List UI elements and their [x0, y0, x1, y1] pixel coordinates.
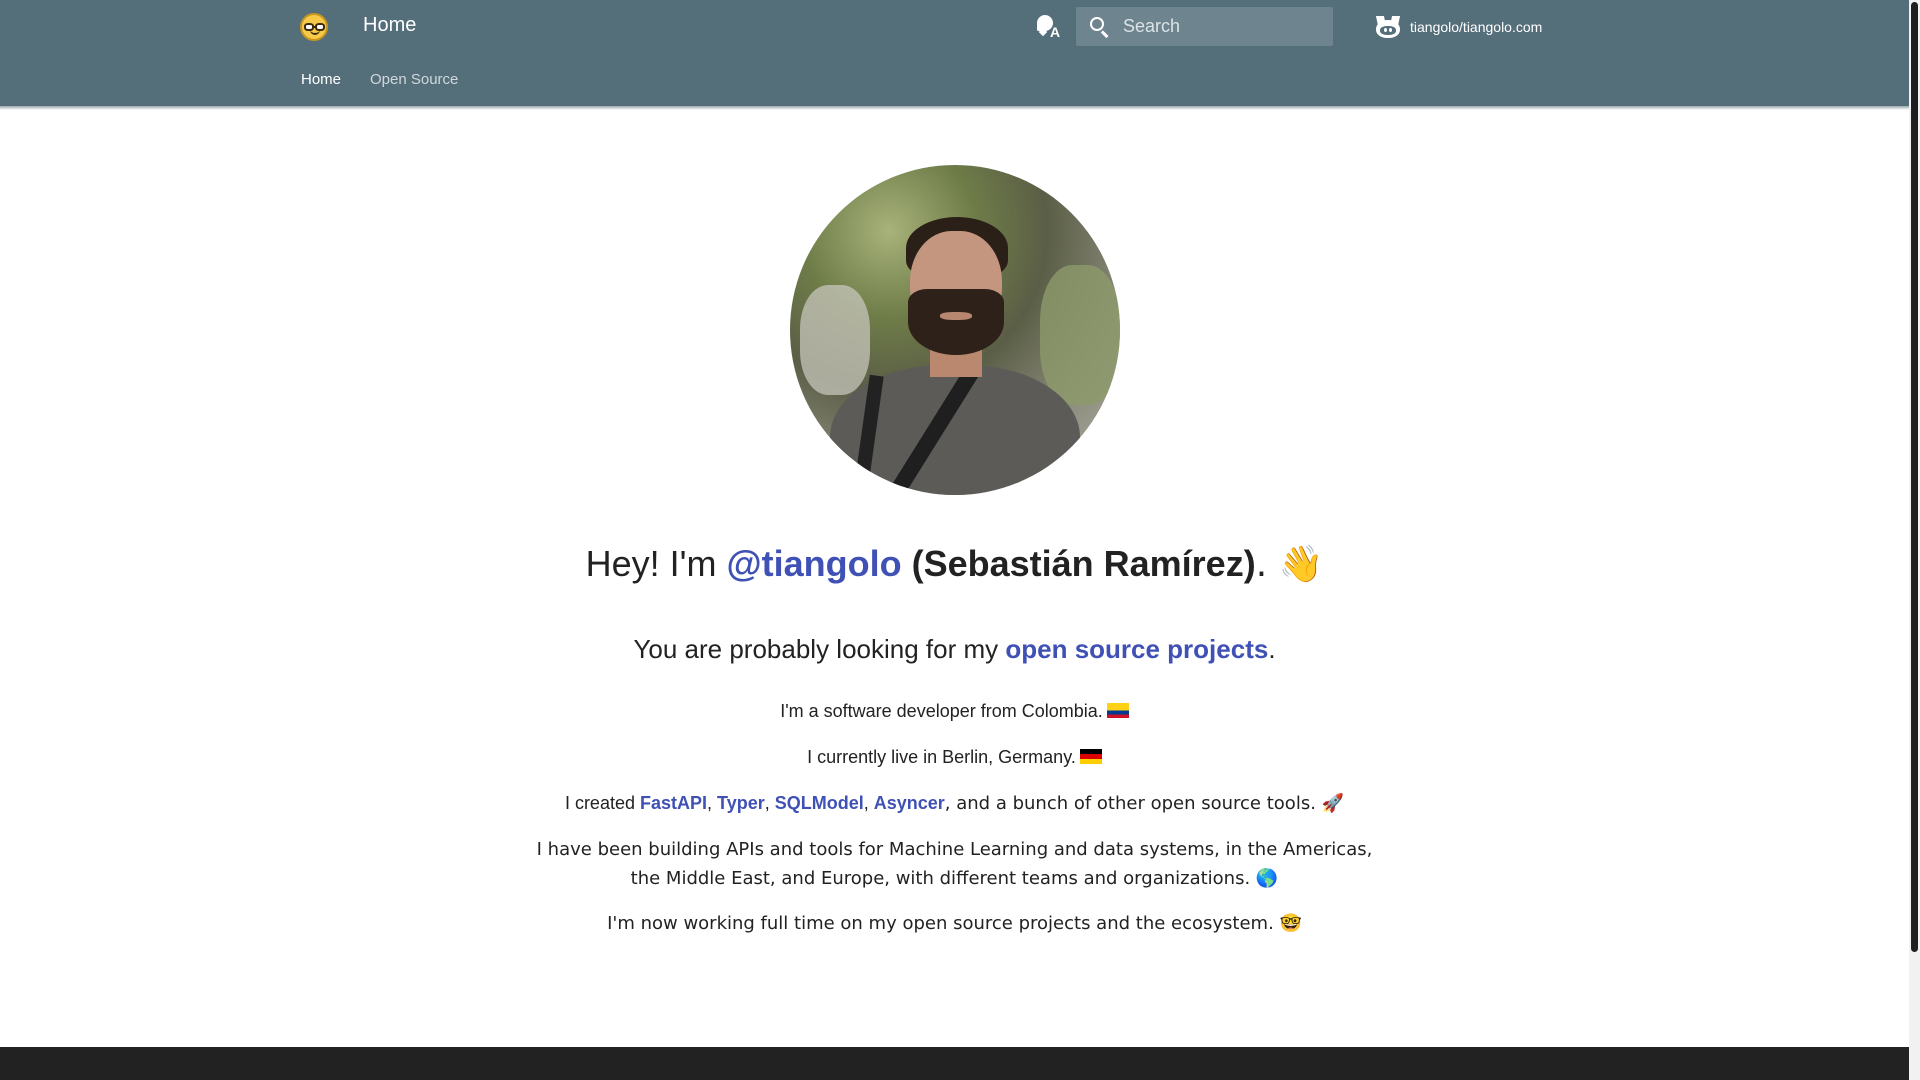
bio-experience-text: I have been building APIs and tools for … — [536, 839, 1373, 889]
bio-projects: I created FastAPI, Typer, SQLModel, Asyn… — [564, 793, 1345, 814]
nerd-face-logo-icon[interactable] — [300, 13, 328, 41]
scrollbar-thumb[interactable] — [1911, 2, 1918, 952]
github-repo-link[interactable]: tiangolo/tiangolo.com — [1375, 14, 1543, 40]
search-icon — [1090, 17, 1104, 31]
germany-flag-icon — [1079, 749, 1102, 764]
bio-berlin-text: I currently live in Berlin, Germany. — [807, 747, 1076, 767]
subtitle-prefix: You are probably looking for my — [633, 634, 1006, 664]
full-name: (Sebastián Ramírez) — [911, 543, 1256, 584]
greeting-heading: Hey! I'm @tiangolo (Sebastián Ramírez). … — [0, 543, 1909, 585]
search-box[interactable] — [1076, 7, 1333, 46]
tab-open-source[interactable]: Open Source — [370, 71, 458, 88]
translate-icon[interactable]: A — [1036, 13, 1062, 41]
sqlmodel-link[interactable]: SQLModel — [775, 793, 864, 813]
bio-projects-suffix: , and a bunch of other open source tools… — [944, 793, 1345, 814]
typer-link[interactable]: Typer — [717, 793, 765, 813]
top-header: Home A tiangolo/tiangolo.com Home Open S… — [0, 0, 1909, 106]
open-source-projects-link[interactable]: open source projects — [1005, 634, 1268, 664]
profile-photo[interactable] — [790, 165, 1120, 495]
subtitle-suffix: . — [1268, 634, 1276, 664]
asyncer-link[interactable]: Asyncer — [874, 793, 945, 813]
bio-fulltime-text: I'm now working full time on my open sou… — [607, 913, 1302, 934]
bio-colombia: I'm a software developer from Colombia. — [0, 697, 1909, 725]
github-icon — [1375, 16, 1401, 38]
bio-colombia-text: I'm a software developer from Colombia. — [780, 701, 1103, 721]
search-input[interactable] — [1123, 7, 1323, 46]
bio-berlin: I currently live in Berlin, Germany. — [0, 743, 1909, 771]
greeting-prefix: Hey! I'm — [585, 543, 727, 584]
colombia-flag-icon — [1106, 703, 1129, 718]
header-shadow — [0, 106, 1909, 110]
bio-experience: I have been building APIs and tools for … — [530, 835, 1379, 893]
site-title: Home — [363, 14, 417, 36]
repo-label: tiangolo/tiangolo.com — [1410, 19, 1543, 35]
subtitle: You are probably looking for my open sou… — [0, 634, 1909, 665]
greeting-suffix: . 👋 — [1255, 544, 1324, 585]
fastapi-link[interactable]: FastAPI — [640, 793, 707, 813]
tab-home[interactable]: Home — [301, 71, 341, 88]
handle-link[interactable]: @tiangolo — [726, 543, 901, 584]
bio-fulltime: I'm now working full time on my open sou… — [0, 909, 1909, 938]
bio-projects-prefix: I created — [564, 793, 640, 813]
footer — [0, 1047, 1909, 1080]
